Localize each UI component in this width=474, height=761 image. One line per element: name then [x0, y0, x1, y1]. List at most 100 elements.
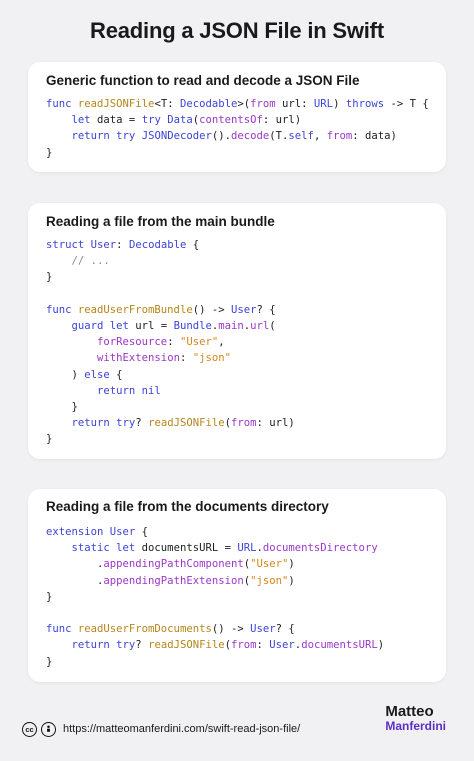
code-token: from — [326, 130, 353, 143]
code-token: readUserFromBundle — [77, 303, 193, 316]
code-token: withExtension — [97, 352, 180, 365]
code-block: extension User { static let documentsURL… — [46, 524, 436, 670]
source-url-link[interactable]: https://matteomanferdini.com/swift-read-… — [63, 723, 300, 735]
code-line: func readJSONFile<T: Decodable>(from url… — [46, 96, 436, 112]
code-token: throws — [345, 98, 385, 110]
code-token: (). — [211, 130, 231, 143]
code-line: extension User { — [46, 524, 436, 540]
code-token: ) — [333, 98, 346, 110]
code-line: func readUserFromDocuments() -> User? { — [46, 621, 436, 637]
code-line: } — [46, 654, 436, 670]
page-title: Reading a JSON File in Swift — [90, 18, 384, 43]
code-token: decode — [231, 130, 270, 143]
code-token: User — [109, 526, 136, 538]
code-line: } — [46, 399, 436, 415]
code-token: ( — [269, 320, 276, 333]
code-token: main — [218, 320, 244, 333]
code-token: forResource — [97, 336, 168, 349]
code-token: URL — [313, 98, 334, 110]
code-token: } — [46, 401, 78, 414]
code-token: url: — [275, 98, 314, 110]
code-token: return try — [71, 639, 136, 652]
code-token: <T: — [154, 98, 180, 110]
code-block: struct User: Decodable { // ...} func re… — [46, 237, 436, 448]
code-token: ? { — [275, 623, 295, 636]
code-token: URL — [237, 542, 257, 555]
code-token: "json" — [250, 574, 289, 587]
code-token: func — [46, 303, 78, 316]
code-token: User — [250, 623, 276, 636]
code-token: ) — [46, 368, 85, 381]
code-token: : — [167, 336, 180, 349]
code-token: User — [90, 239, 117, 251]
code-token: readJSONFile — [77, 98, 155, 110]
code-token: Data — [167, 114, 193, 127]
code-token: func — [46, 623, 78, 636]
code-token: . — [46, 558, 104, 571]
code-token: { — [186, 239, 200, 251]
card-main-bundle: Reading a file from the main bundle stru… — [28, 203, 446, 459]
code-token: : url) — [262, 114, 302, 127]
code-token: url = — [128, 320, 174, 333]
code-token: from — [250, 98, 276, 110]
code-token: Decodable — [179, 98, 238, 110]
code-token: : — [256, 639, 270, 652]
code-token: : — [179, 352, 193, 365]
code-token: try — [141, 114, 168, 127]
code-line: ) else { — [46, 367, 436, 383]
code-token: ? { — [256, 303, 276, 316]
code-token: return try — [71, 417, 136, 430]
code-token: } — [46, 655, 53, 668]
code-token: appendingPathComponent — [103, 558, 244, 571]
code-line: guard let url = Bundle.main.url( — [46, 318, 436, 334]
brand-logo: Matteo Manferdini — [385, 704, 446, 734]
code-token: from — [231, 417, 257, 430]
code-line: return try JSONDecoder().decode(T.self, … — [46, 128, 436, 144]
code-token: struct — [46, 239, 91, 251]
code-token: // ... — [46, 255, 110, 268]
code-line: } — [46, 269, 436, 285]
code-line: static let documentsURL = URL.documentsD… — [46, 540, 436, 556]
code-token: "User" — [179, 336, 219, 349]
code-line: func readUserFromBundle() -> User? { — [46, 302, 436, 318]
code-token: readUserFromDocuments — [77, 623, 212, 636]
code-token: extension — [46, 526, 110, 538]
code-line: } — [46, 589, 436, 605]
card-generic-function: Generic function to read and decode a JS… — [28, 62, 446, 172]
code-line: return nil — [46, 383, 436, 399]
code-token: : data) — [352, 130, 397, 143]
brand-first-name: Matteo — [385, 703, 434, 720]
code-line: // ... — [46, 253, 436, 269]
code-line: withExtension: "json" — [46, 350, 436, 366]
code-line: .appendingPathExtension("json") — [46, 573, 436, 589]
code-token: return nil — [97, 384, 161, 397]
card-documents-directory: Reading a file from the documents direct… — [28, 489, 446, 682]
code-token: User — [269, 639, 295, 652]
code-token: } — [46, 433, 53, 446]
code-token: , — [313, 130, 327, 143]
code-token: data = — [90, 114, 142, 127]
code-token: guard let — [71, 320, 129, 333]
code-line: let data = try Data(contentsOf: url) — [46, 112, 436, 128]
code-token: { — [109, 368, 123, 381]
license-icons: cc — [22, 722, 56, 737]
code-token: contentsOf — [199, 114, 263, 127]
code-token: : url) — [256, 417, 295, 430]
code-token: ) — [288, 558, 295, 571]
code-token: (T. — [269, 130, 289, 143]
code-token: . — [46, 574, 104, 587]
code-token: -> T { — [384, 98, 429, 110]
code-token: return try — [71, 130, 142, 143]
code-line: } — [46, 145, 436, 161]
card-title: Generic function to read and decode a JS… — [46, 73, 360, 88]
code-token: readJSONFile — [148, 639, 225, 652]
